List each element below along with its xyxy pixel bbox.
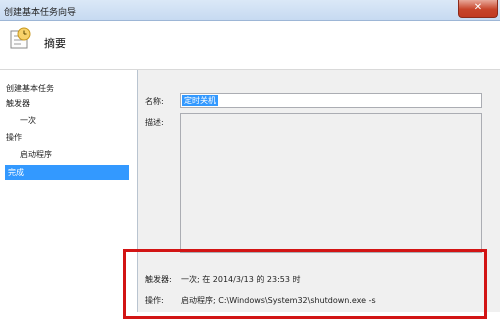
wizard-steps-sidebar: 创建基本任务 触发器 一次 操作 启动程序 完成 — [0, 70, 138, 312]
step-trigger[interactable]: 触发器 — [6, 96, 30, 111]
name-label: 名称: — [145, 97, 164, 106]
page-heading: 摘要 — [44, 37, 66, 50]
red-highlight-box — [123, 249, 487, 319]
step-create-basic-task[interactable]: 创建基本任务 — [6, 81, 54, 96]
close-icon: ✕ — [473, 2, 483, 13]
step-action[interactable]: 操作 — [6, 130, 22, 145]
wizard-header: 摘要 — [0, 21, 500, 70]
description-label: 描述: — [145, 118, 164, 127]
name-field[interactable]: 定时关机 — [180, 93, 482, 108]
name-value: 定时关机 — [182, 95, 218, 106]
title-bar: 创建基本任务向导 ✕ — [0, 0, 500, 21]
step-finish[interactable]: 完成 — [5, 165, 129, 180]
close-button[interactable]: ✕ — [458, 0, 498, 18]
task-clock-icon — [10, 27, 31, 49]
step-start-program[interactable]: 启动程序 — [20, 147, 52, 162]
window-title: 创建基本任务向导 — [4, 8, 77, 18]
step-once[interactable]: 一次 — [20, 113, 36, 128]
description-field[interactable] — [180, 113, 482, 253]
